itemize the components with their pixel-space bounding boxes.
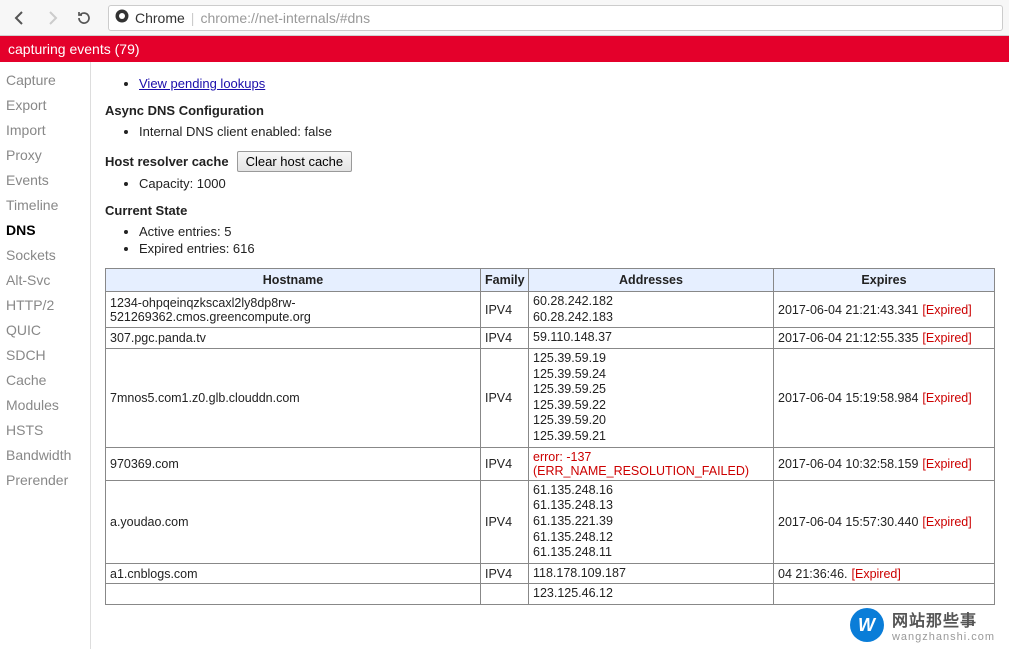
- cell-family: IPV4: [481, 292, 529, 328]
- site-watermark: W 网站那些事 wangzhanshi.com: [850, 607, 995, 643]
- cell-family: IPV4: [481, 447, 529, 480]
- table-row: 7mnos5.com1.z0.glb.clouddn.comIPV4125.39…: [106, 348, 995, 447]
- content: View pending lookups Async DNS Configura…: [91, 62, 1009, 649]
- col-addresses: Addresses: [529, 269, 774, 292]
- cell-expires: 04 21:36:46.[Expired]: [774, 563, 995, 584]
- cell-addresses: 59.110.148.37: [529, 328, 774, 349]
- watermark-line2: wangzhanshi.com: [892, 631, 995, 643]
- pending-lookups-link[interactable]: View pending lookups: [139, 76, 265, 91]
- cell-family: IPV4: [481, 348, 529, 447]
- cell-family: IPV4: [481, 480, 529, 563]
- cell-expires: 2017-06-04 15:19:58.984[Expired]: [774, 348, 995, 447]
- cell-expires: 2017-06-04 15:57:30.440[Expired]: [774, 480, 995, 563]
- col-expires: Expires: [774, 269, 995, 292]
- sidebar-item-hsts[interactable]: HSTS: [6, 418, 90, 443]
- table-row: 123.125.46.12: [106, 584, 995, 605]
- cell-addresses: 61.135.248.16 61.135.248.13 61.135.221.3…: [529, 480, 774, 563]
- active-entries-line: Active entries: 5: [139, 224, 995, 239]
- cell-addresses: 118.178.109.187: [529, 563, 774, 584]
- expired-entries-line: Expired entries: 616: [139, 241, 995, 256]
- cell-addresses: error: -137 (ERR_NAME_RESOLUTION_FAILED): [529, 447, 774, 480]
- sidebar-item-prerender[interactable]: Prerender: [6, 468, 90, 493]
- async-dns-status: Internal DNS client enabled: false: [139, 124, 995, 139]
- cell-family: IPV4: [481, 328, 529, 349]
- sidebar-item-sdch[interactable]: SDCH: [6, 343, 90, 368]
- sidebar-item-export[interactable]: Export: [6, 93, 90, 118]
- sidebar-item-alt-svc[interactable]: Alt-Svc: [6, 268, 90, 293]
- col-family: Family: [481, 269, 529, 292]
- sidebar-item-bandwidth[interactable]: Bandwidth: [6, 443, 90, 468]
- cell-hostname: 7mnos5.com1.z0.glb.clouddn.com: [106, 348, 481, 447]
- table-row: 970369.comIPV4error: -137 (ERR_NAME_RESO…: [106, 447, 995, 480]
- cell-expires: 2017-06-04 21:12:55.335[Expired]: [774, 328, 995, 349]
- table-row: a.youdao.comIPV461.135.248.16 61.135.248…: [106, 480, 995, 563]
- status-bar[interactable]: capturing events (79): [0, 36, 1009, 62]
- back-button[interactable]: [6, 4, 34, 32]
- cell-hostname: 1234-ohpqeinqzkscaxl2ly8dp8rw-521269362.…: [106, 292, 481, 328]
- cell-hostname: a1.cnblogs.com: [106, 563, 481, 584]
- sidebar: CaptureExportImportProxyEventsTimelineDN…: [0, 62, 91, 649]
- cell-hostname: 970369.com: [106, 447, 481, 480]
- omnibox-url: chrome://net-internals/#dns: [200, 10, 370, 26]
- sidebar-item-capture[interactable]: Capture: [6, 68, 90, 93]
- sidebar-item-http-2[interactable]: HTTP/2: [6, 293, 90, 318]
- status-text: capturing events (79): [8, 41, 140, 57]
- sidebar-item-cache[interactable]: Cache: [6, 368, 90, 393]
- chrome-icon: [115, 9, 129, 26]
- forward-button[interactable]: [38, 4, 66, 32]
- cell-family: IPV4: [481, 563, 529, 584]
- sidebar-item-modules[interactable]: Modules: [6, 393, 90, 418]
- table-row: 307.pgc.panda.tvIPV459.110.148.372017-06…: [106, 328, 995, 349]
- cell-hostname: a.youdao.com: [106, 480, 481, 563]
- async-dns-heading: Async DNS Configuration: [105, 103, 995, 118]
- cell-addresses: 123.125.46.12: [529, 584, 774, 605]
- capacity-line: Capacity: 1000: [139, 176, 995, 191]
- table-row: a1.cnblogs.comIPV4118.178.109.18704 21:3…: [106, 563, 995, 584]
- reload-button[interactable]: [70, 4, 98, 32]
- host-resolver-cache-heading: Host resolver cache: [105, 154, 229, 169]
- table-row: 1234-ohpqeinqzkscaxl2ly8dp8rw-521269362.…: [106, 292, 995, 328]
- cell-hostname: [106, 584, 481, 605]
- cell-family: [481, 584, 529, 605]
- browser-toolbar: Chrome | chrome://net-internals/#dns: [0, 0, 1009, 36]
- cell-expires: 2017-06-04 21:21:43.341[Expired]: [774, 292, 995, 328]
- address-bar[interactable]: Chrome | chrome://net-internals/#dns: [108, 5, 1003, 31]
- sidebar-item-events[interactable]: Events: [6, 168, 90, 193]
- sidebar-item-proxy[interactable]: Proxy: [6, 143, 90, 168]
- sidebar-item-import[interactable]: Import: [6, 118, 90, 143]
- watermark-badge-icon: W: [850, 608, 884, 642]
- sidebar-item-dns[interactable]: DNS: [6, 218, 90, 243]
- cell-expires: 2017-06-04 10:32:58.159[Expired]: [774, 447, 995, 480]
- omnibox-product: Chrome: [135, 10, 185, 26]
- col-hostname: Hostname: [106, 269, 481, 292]
- cell-addresses: 125.39.59.19 125.39.59.24 125.39.59.25 1…: [529, 348, 774, 447]
- clear-host-cache-button[interactable]: Clear host cache: [237, 151, 353, 172]
- watermark-line1: 网站那些事: [892, 607, 995, 631]
- cell-expires: [774, 584, 995, 605]
- sidebar-item-timeline[interactable]: Timeline: [6, 193, 90, 218]
- cell-hostname: 307.pgc.panda.tv: [106, 328, 481, 349]
- current-state-heading: Current State: [105, 203, 995, 218]
- dns-table: Hostname Family Addresses Expires 1234-o…: [105, 268, 995, 605]
- sidebar-item-sockets[interactable]: Sockets: [6, 243, 90, 268]
- table-header-row: Hostname Family Addresses Expires: [106, 269, 995, 292]
- sidebar-item-quic[interactable]: QUIC: [6, 318, 90, 343]
- cell-addresses: 60.28.242.182 60.28.242.183: [529, 292, 774, 328]
- omnibox-separator: |: [191, 10, 195, 26]
